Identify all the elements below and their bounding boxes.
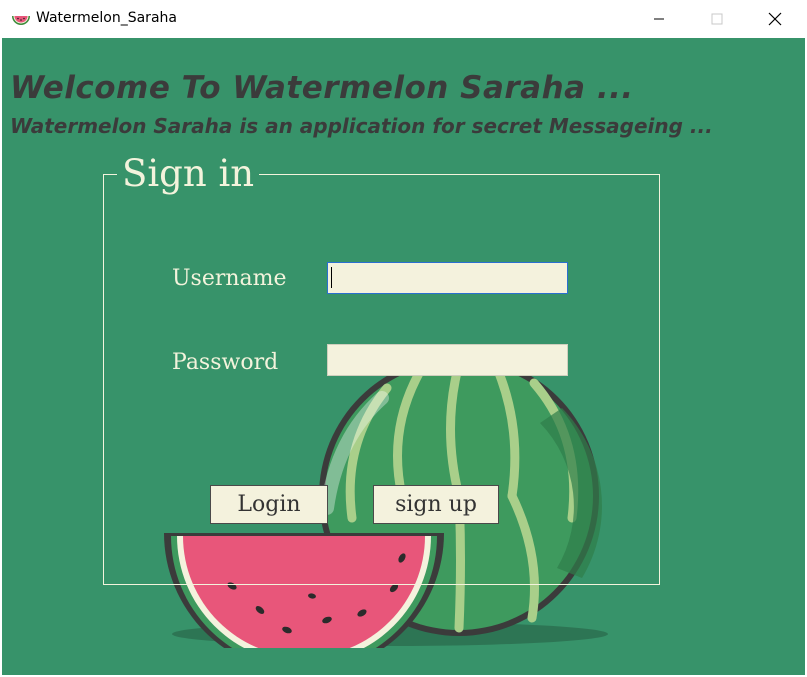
signup-button[interactable]: sign up [373,485,499,524]
window-title: Watermelon_Saraha [36,10,177,26]
password-label: Password [172,350,279,375]
app-description: Watermelon Saraha is an application for … [10,114,713,138]
login-button[interactable]: Login [210,485,328,524]
welcome-heading: Welcome To Watermelon Saraha ... [10,70,634,106]
minimize-icon [654,18,664,20]
password-input[interactable] [327,344,568,376]
close-button[interactable] [752,0,798,38]
app-window: Welcome To Watermelon Saraha ... Waterme… [2,38,805,675]
signin-title: Sign in [117,152,260,196]
close-icon [768,12,782,26]
watermelon-slice-icon [12,16,30,25]
username-label: Username [172,266,287,291]
maximize-icon [711,13,723,25]
username-input[interactable] [327,262,568,294]
minimize-button[interactable] [636,0,682,38]
text-cursor [331,267,332,288]
maximize-button[interactable] [694,0,740,38]
window-titlebar[interactable]: Watermelon_Saraha [0,0,807,38]
